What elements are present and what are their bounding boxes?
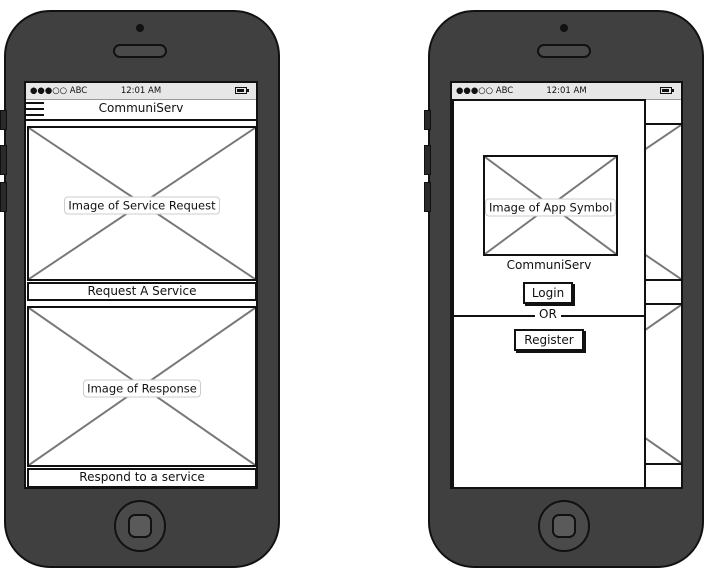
home-button[interactable]: [114, 500, 166, 552]
status-time: 12:01 AM: [120, 86, 162, 96]
request-service-label[interactable]: Request A Service: [27, 282, 256, 301]
respond-service-label[interactable]: Respond to a service: [27, 468, 256, 487]
app-name: CommuniServ: [506, 258, 592, 272]
status-time: 12:01 AM: [546, 86, 587, 96]
camera-icon: [560, 24, 568, 32]
battery-icon: [235, 87, 249, 94]
service-request-image[interactable]: Image of Service Request: [27, 126, 256, 281]
page-title: CommuniServ: [98, 101, 184, 115]
volume-button: [424, 182, 431, 212]
volume-button: [0, 182, 7, 212]
login-screen: ●●●○○ ABC 12:01 AM Image of App Symbol C…: [450, 81, 683, 489]
speaker-grille: [537, 44, 591, 58]
login-button[interactable]: Login: [523, 282, 573, 304]
register-button[interactable]: Register: [514, 329, 584, 351]
battery-icon: [660, 87, 674, 94]
volume-button: [0, 110, 7, 130]
volume-button: [0, 145, 7, 175]
nav-bar: CommuniServ: [26, 100, 256, 121]
response-image[interactable]: Image of Response: [27, 306, 256, 467]
app-symbol-image: Image of App Symbol: [483, 155, 618, 256]
camera-icon: [136, 24, 144, 32]
or-separator: OR: [535, 307, 561, 321]
home-button[interactable]: [538, 500, 590, 552]
speaker-grille: [113, 44, 167, 58]
status-bar: ●●●○○ ABC 12:01 AM: [26, 83, 256, 100]
app-symbol-image-label: Image of App Symbol: [485, 198, 617, 216]
response-image-label: Image of Response: [83, 379, 201, 397]
volume-button: [424, 110, 431, 130]
service-request-image-label: Image of Service Request: [64, 196, 220, 214]
login-dialog: Image of App Symbol CommuniServ Login OR…: [452, 99, 646, 487]
volume-button: [424, 145, 431, 175]
home-screen: ●●●○○ ABC 12:01 AM CommuniServ Image of …: [24, 81, 258, 489]
status-bar: ●●●○○ ABC 12:01 AM: [452, 83, 681, 100]
